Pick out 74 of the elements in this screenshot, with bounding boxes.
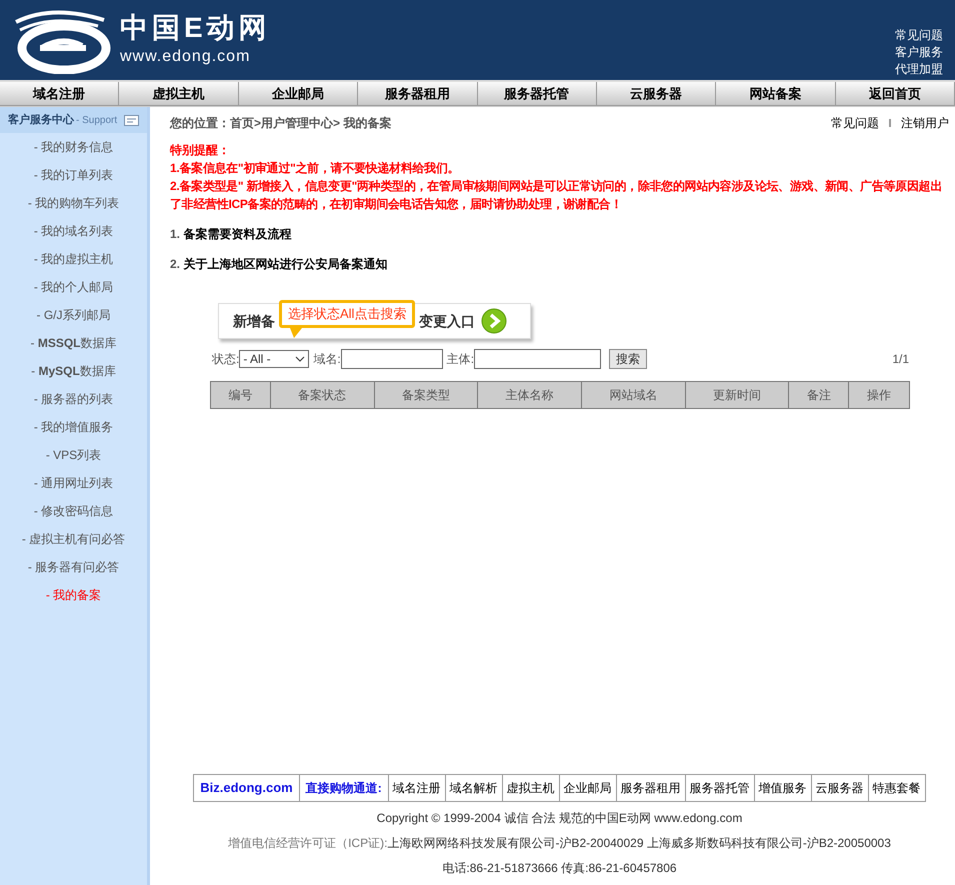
info-link[interactable]: 1. 备案需要资料及流程 [170,225,949,243]
logo-title: 中国E动网 [120,11,271,45]
copyright-text: Copyright © 1999-2004 诚信 合法 规范的中国E动网 www.edong.com [376,810,742,827]
sidebar-item[interactable]: - 我的个人邮局 [34,278,114,296]
status-select[interactable]: - All - [239,350,310,368]
nav-tab[interactable]: 域名注册 [0,82,120,105]
header-link[interactable]: 客户服务 [895,44,943,61]
status-label: 状态: [212,351,240,368]
footer-link[interactable]: 域名解析 [446,775,503,801]
footer-channel-label: 直接购物通道: [300,775,389,801]
nav-tab[interactable]: 服务器租用 [358,82,478,105]
nav-tab[interactable]: 网站备案 [716,82,836,105]
sidebar-item[interactable]: - MSSQL数据库 [30,334,116,352]
sidebar-subtitle: - Support [76,114,118,128]
breadcrumb: 您的位置：首页>用户管理中心> 我的备案 [170,115,392,132]
footer-link[interactable]: 企业邮局 [560,775,617,801]
sidebar-item[interactable]: - 我的域名列表 [34,222,114,240]
sidebar-item[interactable]: - G/J系列邮局 [36,306,110,324]
sidebar-item[interactable]: - 我的购物车列表 [28,194,120,212]
footer-link[interactable]: 服务器租用 [616,775,686,801]
license-text: 上海欧网网络科技发展有限公司-沪B2-20040029 上海威多斯数码科技有限公司-沪B2-20050003 [387,836,891,850]
nav-tab[interactable]: 企业邮局 [238,82,358,105]
nav-tab[interactable]: 虚拟主机 [119,82,239,105]
sidebar-item[interactable]: - MySQL数据库 [31,362,116,380]
sidebar-title: 客户服务中心 [8,112,74,128]
sidebar-item[interactable]: - 服务器的列表 [34,390,114,408]
sidebar-item[interactable]: - 我的虚拟主机 [34,250,114,268]
column-header: 更新时间 [686,382,790,408]
column-header: 主体名称 [478,382,582,408]
owner-field[interactable] [474,349,602,369]
sidebar-item[interactable]: - 我的财务信息 [34,138,114,156]
header-link[interactable]: 代理加盟 [895,61,943,78]
sidebar-item[interactable]: - 服务器有问必答 [28,558,120,576]
column-header: 网站域名 [582,382,686,408]
logo-url: www.edong.com [120,47,252,67]
nav-tab[interactable]: 返回首页 [836,82,955,105]
pager: 1/1 [892,351,909,368]
footer-brand-link[interactable]: Biz.edong.com [194,775,300,801]
header-link[interactable]: 常见问题 [895,27,943,44]
license-label: 增值电信经营许可证（ICP证): [228,836,388,850]
column-header: 编号 [211,382,271,408]
notice-text: 1.备案信息在"初审通过"之前，请不要快递材料给我们。 [170,160,460,177]
sidebar-item[interactable]: - 修改密码信息 [34,502,114,520]
sidebar-item[interactable]: - 虚拟主机有问必答 [22,530,126,548]
footer-link[interactable]: 虚拟主机 [502,775,560,801]
footer-link[interactable]: 增值服务 [754,775,812,801]
nav-tab[interactable]: 服务器托管 [478,82,597,105]
top-link[interactable]: 常见问题 [831,114,879,132]
notice-text: 2.备案类型是" 新增接入，信息变更"两种类型的，在管局审核期间网站是可以正常访问的，除非您的网站内容涉及论坛、游戏、新闻、广告等原因超出了非经营性ICP备案的范畴的，在初审期间会电话告知您，届时请协助处理，谢谢配合！ [170,178,944,213]
sidebar-item[interactable]: - 我的增值服务 [34,418,114,436]
search-button[interactable]: 搜索 [609,349,648,369]
footer-link[interactable]: 特惠套餐 [868,775,925,801]
sidebar-item[interactable]: - VPS列表 [46,446,102,464]
column-header: 操作 [866,387,892,404]
column-header: 备案状态 [270,382,375,408]
tooltip: 选择状态All点击搜索 [279,300,416,328]
domain-label: 域名: [313,351,341,368]
contact-text: 电话:86-21-51873666 传真:86-21-60457806 [442,860,677,877]
footer-link[interactable]: 云服务器 [812,775,869,801]
column-header: 备案类型 [374,382,478,408]
tooltip-pointer [290,328,302,338]
info-link[interactable]: 2. 关于上海地区网站进行公安局备案通知 [170,255,949,273]
column-header: 备注 [789,382,850,408]
sidebar-item[interactable]: - 通用网址列表 [34,474,114,492]
sidebar-item[interactable]: - 我的订单列表 [34,166,114,184]
mail-icon [124,114,139,126]
top-link[interactable]: 注销用户 [901,114,949,132]
domain-field[interactable] [340,349,443,369]
nav-tab[interactable]: 云服务器 [596,82,716,105]
footer-link[interactable]: 服务器托管 [686,775,755,801]
notice-title: 特别提醒： [170,142,231,159]
owner-label: 主体: [446,351,474,368]
footer-link[interactable]: 域名注册 [388,775,446,801]
chevron-icon [295,356,306,362]
